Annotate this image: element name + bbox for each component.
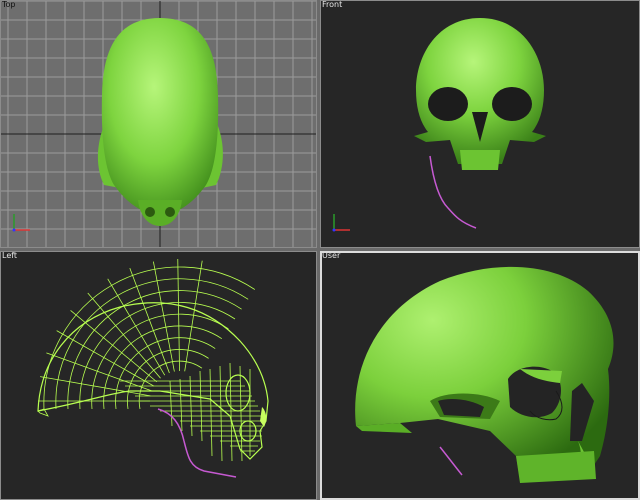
front-view-canvas: [332, 18, 546, 232]
skull-front-view: [414, 18, 546, 170]
skull-top-view: [97, 18, 223, 226]
skull-face-highlight: [260, 407, 267, 427]
axis-tripod-icon: [332, 214, 350, 232]
viewport-front[interactable]: Front: [320, 0, 640, 248]
wire-edge: [129, 268, 170, 374]
viewport-label-top[interactable]: Top: [2, 0, 16, 10]
viewport-label-user[interactable]: User: [322, 251, 340, 261]
viewport-label-left[interactable]: Left: [2, 251, 17, 261]
skull-wireframe: [37, 259, 269, 462]
viewport-left[interactable]: Left: [0, 251, 317, 500]
wire-edge: [177, 259, 180, 372]
viewport-user[interactable]: User: [320, 251, 640, 500]
spline-curve: [439, 446, 463, 476]
user-view-canvas: [355, 266, 614, 483]
top-view-canvas: [0, 0, 317, 248]
left-view-canvas: [37, 259, 269, 478]
spline-curve: [157, 408, 237, 478]
viewport-top[interactable]: Top: [0, 0, 317, 248]
wire-edge: [43, 266, 256, 410]
viewport-label-front[interactable]: Front: [322, 0, 342, 10]
skull-perspective-view: [355, 266, 614, 483]
wire-edge: [127, 349, 209, 410]
wire-edge: [46, 352, 152, 392]
